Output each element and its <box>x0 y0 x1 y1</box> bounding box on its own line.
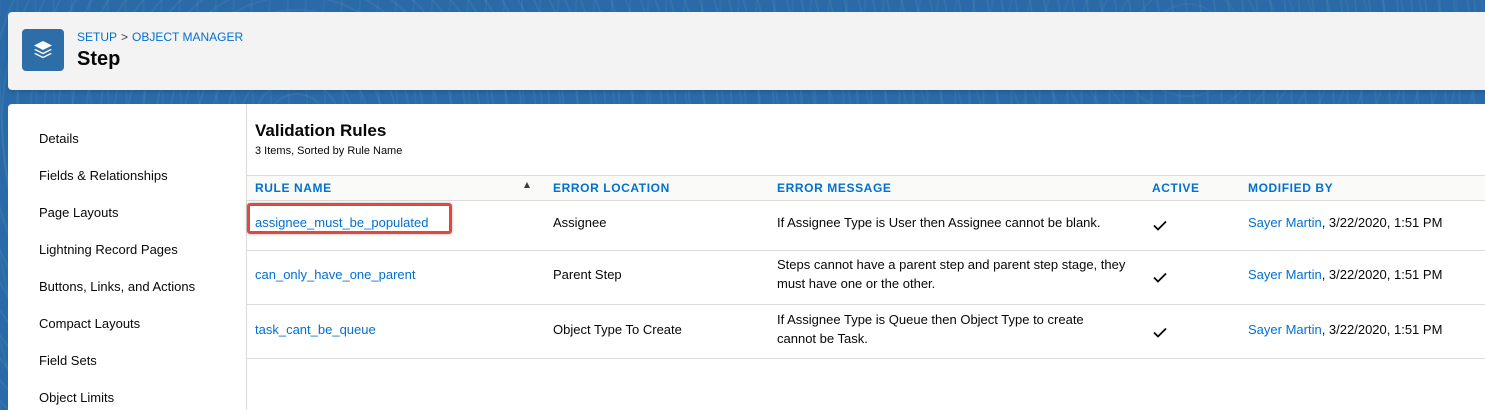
sidebar-item-fields-relationships[interactable]: Fields & Relationships <box>39 168 168 183</box>
modified-by-user-link[interactable]: Sayer Martin <box>1248 267 1322 282</box>
modified-date: , 3/22/2020, 1:51 PM <box>1321 322 1443 337</box>
column-header-error-location[interactable]: ERROR LOCATION <box>553 181 670 195</box>
sidebar: Details Fields & Relationships Page Layo… <box>8 104 247 410</box>
breadcrumb-separator: > <box>121 30 129 44</box>
error-location: Object Type To Create <box>553 322 682 337</box>
error-message: If Assignee Type is User then Assignee c… <box>777 215 1101 230</box>
column-header-active[interactable]: ACTIVE <box>1152 181 1200 195</box>
breadcrumb-object-manager[interactable]: OBJECT MANAGER <box>132 30 243 44</box>
sidebar-item-lightning-record-pages[interactable]: Lightning Record Pages <box>39 242 178 257</box>
sidebar-item-compact-layouts[interactable]: Compact Layouts <box>39 316 140 331</box>
error-message: Steps cannot have a parent step and pare… <box>777 257 1126 291</box>
layers-icon <box>22 29 64 71</box>
object-header: SETUP > OBJECT MANAGER Step <box>8 12 1485 90</box>
error-message: If Assignee Type is Queue then Object Ty… <box>777 312 1084 346</box>
modified-by: Sayer Martin, 3/22/2020, 1:51 PM <box>1248 265 1442 284</box>
modified-by-user-link[interactable]: Sayer Martin <box>1248 215 1322 230</box>
sidebar-item-object-limits[interactable]: Object Limits <box>39 390 114 405</box>
table-row: task_cant_be_queue Object Type To Create… <box>247 305 1485 359</box>
rule-name-link[interactable]: can_only_have_one_parent <box>255 265 415 284</box>
section-title: Validation Rules <box>255 121 387 140</box>
column-header-modified-by[interactable]: MODIFIED BY <box>1248 181 1333 195</box>
table-row: can_only_have_one_parent Parent Step Ste… <box>247 251 1485 305</box>
sort-ascending-icon[interactable] <box>524 182 530 188</box>
sidebar-item-field-sets[interactable]: Field Sets <box>39 353 97 368</box>
checkmark-icon <box>1153 220 1167 231</box>
rule-name-link[interactable]: assignee_must_be_populated <box>255 213 428 232</box>
modified-by: Sayer Martin, 3/22/2020, 1:51 PM <box>1248 320 1442 339</box>
sidebar-item-page-layouts[interactable]: Page Layouts <box>39 205 119 220</box>
column-header-error-message[interactable]: ERROR MESSAGE <box>777 181 891 195</box>
modified-date: , 3/22/2020, 1:51 PM <box>1321 267 1443 282</box>
modified-by: Sayer Martin, 3/22/2020, 1:51 PM <box>1248 213 1442 232</box>
table-header: RULE NAME ERROR LOCATION ERROR MESSAGE A… <box>247 175 1485 201</box>
error-location: Parent Step <box>553 267 622 282</box>
breadcrumb-setup[interactable]: SETUP <box>77 30 117 44</box>
column-header-rule-name[interactable]: RULE NAME <box>255 181 332 195</box>
rule-name-link[interactable]: task_cant_be_queue <box>255 320 376 339</box>
breadcrumb: SETUP > OBJECT MANAGER <box>77 30 243 44</box>
checkmark-icon <box>1153 272 1167 283</box>
section-subtitle: 3 Items, Sorted by Rule Name <box>255 145 403 157</box>
modified-by-user-link[interactable]: Sayer Martin <box>1248 322 1322 337</box>
error-location: Assignee <box>553 215 607 230</box>
checkmark-icon <box>1153 327 1167 338</box>
modified-date: , 3/22/2020, 1:51 PM <box>1321 215 1443 230</box>
sidebar-item-details[interactable]: Details <box>39 131 79 146</box>
sidebar-item-buttons-links-actions[interactable]: Buttons, Links, and Actions <box>39 279 195 294</box>
main-panel: Validation Rules 3 Items, Sorted by Rule… <box>247 104 1485 410</box>
page-title: Step <box>77 48 121 70</box>
table-row: assignee_must_be_populated Assignee If A… <box>247 200 1485 251</box>
